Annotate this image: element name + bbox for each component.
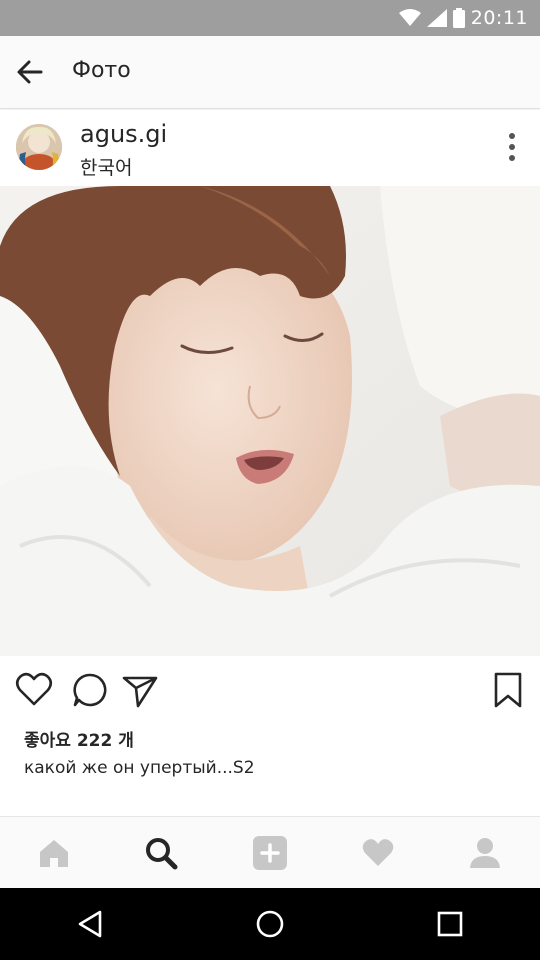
- home-icon[interactable]: [36, 835, 72, 871]
- battery-icon: [452, 8, 465, 28]
- comment-icon[interactable]: [70, 670, 110, 710]
- home-circle-icon[interactable]: [254, 908, 286, 940]
- app-header: Фото: [0, 36, 540, 109]
- add-icon[interactable]: [252, 835, 288, 871]
- avatar-image: [16, 124, 62, 170]
- back-triangle-icon[interactable]: [74, 908, 106, 940]
- signal-icon: [426, 9, 447, 27]
- username[interactable]: agus.gi: [80, 120, 167, 148]
- bottom-tab-bar: [0, 816, 540, 889]
- profile-icon[interactable]: [467, 835, 503, 871]
- avatar[interactable]: [16, 124, 62, 170]
- post-caption: какой же он упертый...S2: [24, 758, 255, 778]
- page-title: Фото: [72, 58, 131, 83]
- status-bar: 20:11: [0, 0, 540, 36]
- post-header: agus.gi 한국어: [0, 110, 540, 186]
- location[interactable]: 한국어: [80, 153, 132, 180]
- recents-square-icon[interactable]: [434, 908, 466, 940]
- system-nav-bar: [0, 888, 540, 960]
- sleeping-person-photo: [0, 186, 540, 656]
- send-icon[interactable]: [120, 670, 160, 710]
- post-actions: [0, 656, 540, 726]
- bookmark-icon[interactable]: [488, 670, 528, 710]
- status-icons: 20:11: [398, 0, 528, 36]
- post-photo[interactable]: [0, 186, 540, 656]
- likes-count[interactable]: 좋아요 222 개: [24, 726, 134, 751]
- wifi-icon: [398, 9, 421, 26]
- search-icon[interactable]: [143, 835, 179, 871]
- heart-icon[interactable]: [14, 670, 54, 710]
- more-vertical-icon[interactable]: [506, 132, 518, 162]
- arrow-left-icon[interactable]: [14, 56, 46, 88]
- activity-heart-icon[interactable]: [360, 835, 396, 871]
- status-time: 20:11: [470, 7, 528, 29]
